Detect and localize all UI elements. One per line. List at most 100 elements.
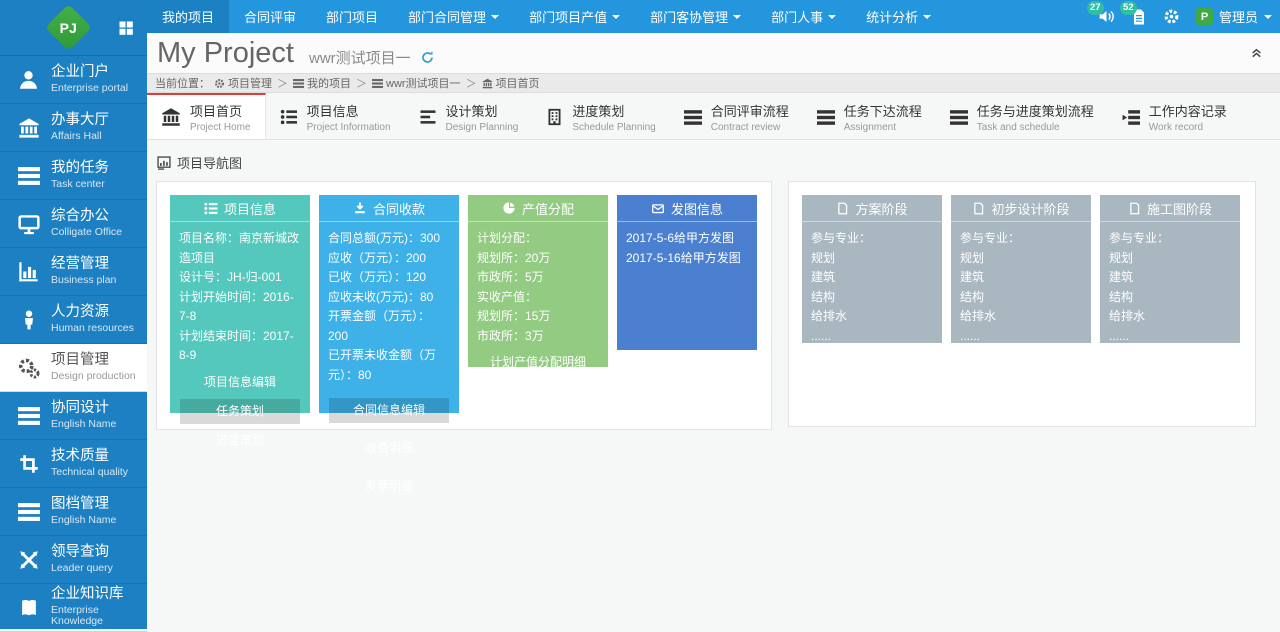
top-nav: 我的项目 合同评审 部门项目 部门合同管理 部门项目产值 部门客协管理 部门人事… — [147, 0, 1280, 33]
sidebar-item-subtitle: Task center — [51, 179, 109, 191]
topnav-label: 部门客协管理 — [650, 7, 728, 26]
sidebar-item-title: 项目管理 — [51, 353, 136, 369]
tab-assignment-flow[interactable]: 任务下达流程Assignment — [803, 93, 936, 139]
sidebar-item-title: 综合办公 — [51, 209, 122, 225]
announcement-icon[interactable]: 27 — [1098, 8, 1115, 25]
schedule-planning-button[interactable]: 进度策划 — [180, 428, 300, 453]
admin-menu[interactable]: P 管理员 — [1196, 7, 1272, 26]
admin-label: 管理员 — [1219, 7, 1258, 26]
settings-gear-icon[interactable] — [1163, 8, 1180, 25]
card-drawing-release: 发图信息 2017-5-6给甲方发图 2017-5-16给甲方发图 — [617, 195, 757, 350]
refresh-icon[interactable] — [420, 50, 435, 65]
card-title: 项目信息 — [224, 199, 276, 218]
menu-bars-icon — [15, 163, 42, 189]
sidebar-item-title: 人力资源 — [51, 305, 134, 321]
sidebar-item-affairs-hall[interactable]: 办事大厅Affairs Hall — [0, 104, 147, 152]
sidebar-item-business[interactable]: 经营管理Business plan — [0, 248, 147, 296]
sidebar-item-drawing-archive[interactable]: 图档管理English Name — [0, 488, 147, 536]
topnav-label: 合同评审 — [244, 7, 296, 26]
card-line: 应收未收(万元)：80 — [328, 288, 450, 308]
list-dots-icon — [280, 109, 298, 125]
tab-work-record[interactable]: 工作内容记录 Work record — [1108, 93, 1241, 139]
project-nav-panel: 项目信息 项目名称：南京新城改造项目 设计号：JH-归-001 计划开始时间：2… — [156, 181, 772, 430]
topnav-dept-projects[interactable]: 部门项目 — [311, 0, 393, 33]
caret-down-icon — [733, 15, 741, 23]
admin-avatar: P — [1196, 8, 1213, 25]
tab-project-home[interactable]: 项目首页Project Home — [147, 93, 266, 139]
sidebar-item-technical-quality[interactable]: 技术质量Technical quality — [0, 440, 147, 488]
sidebar-item-my-tasks[interactable]: 我的任务 Task center — [0, 152, 147, 200]
sidebar-item-title: 我的任务 — [51, 161, 109, 177]
tab-task-schedule-flow[interactable]: 任务与进度策划流程Task and schedule — [936, 93, 1108, 139]
topnav-label: 统计分析 — [866, 7, 918, 26]
breadcrumb-current-project[interactable]: wwr测试项目一 — [372, 75, 461, 91]
sidebar-item-project-management[interactable]: 项目管理Design production — [0, 344, 147, 392]
topnav-my-projects[interactable]: 我的项目 — [147, 0, 229, 33]
tab-schedule-planning[interactable]: 进度策划Schedule Planning — [532, 93, 669, 139]
tab-design-planning[interactable]: 设计策划Design Planning — [405, 93, 533, 139]
breadcrumb-my-projects[interactable]: 我的项目 — [293, 75, 351, 91]
card-line: 建筑 — [960, 268, 1082, 288]
card-body: 计划分配： 规划所：20万 市政所：5万 实收产值： 规划所：15万 市政所：3… — [468, 222, 608, 346]
topnav-statistics[interactable]: 统计分析 — [851, 0, 946, 33]
card-line: 建筑 — [811, 268, 933, 288]
sidebar-item-office[interactable]: 综合办公Colligate Office — [0, 200, 147, 248]
tab-contract-review-flow[interactable]: 合同评审流程Contract review — [670, 93, 803, 139]
book-icon — [15, 595, 42, 621]
breadcrumb-project-management[interactable]: 项目管理 — [214, 75, 272, 91]
tab-title: 合同评审流程 — [711, 101, 789, 120]
tab-project-information[interactable]: 项目信息Project Information — [266, 93, 405, 139]
caret-down-icon — [1264, 15, 1272, 23]
sidebar-item-title: 经营管理 — [51, 257, 116, 273]
mail-icon — [651, 202, 665, 215]
tab-title: 项目首页 — [190, 101, 251, 120]
output-allocation-detail-button[interactable]: 计划产值分配明细 — [478, 350, 598, 375]
tab-title: 设计策划 — [446, 101, 519, 120]
sidebar-item-title: 领导查询 — [51, 545, 113, 561]
stage-panel: 方案阶段 参与专业： 规划 建筑 结构 给排水 ...... 初步设计阶段 — [788, 181, 1256, 427]
breadcrumb-label: 项目管理 — [228, 75, 272, 91]
menu-bars-icon — [15, 499, 42, 525]
contract-info-edit-button[interactable]: 合同信息编辑 — [329, 398, 449, 423]
tab-title: 项目信息 — [307, 101, 391, 120]
card-header: 产值分配 — [468, 195, 608, 222]
sidebar-item-knowledge-base[interactable]: 企业知识库Enterprise Knowledge — [0, 584, 147, 632]
card-header: 施工图阶段 — [1100, 195, 1240, 222]
topnav-dept-client[interactable]: 部门客协管理 — [635, 0, 756, 33]
sidebar-item-hr[interactable]: 人力资源Human resources — [0, 296, 147, 344]
card-line: 市政所：5万 — [477, 268, 599, 288]
caret-down-icon — [491, 15, 499, 23]
card-line: 计划开始时间：2016-7-8 — [179, 288, 301, 327]
topnav-dept-output[interactable]: 部门项目产值 — [514, 0, 635, 33]
breadcrumb-prefix: 当前位置： — [155, 75, 210, 91]
monitor-icon — [15, 211, 42, 237]
topnav-dept-contracts[interactable]: 部门合同管理 — [393, 0, 514, 33]
download-icon — [353, 201, 367, 215]
collapse-up-icon[interactable] — [1249, 45, 1264, 60]
apps-grid-icon[interactable] — [118, 20, 134, 36]
card-title: 初步设计阶段 — [991, 199, 1069, 218]
tab-subtitle: Work record — [1149, 122, 1227, 133]
documents-icon[interactable]: 52 — [1131, 8, 1147, 25]
card-line: 结构 — [960, 288, 1082, 308]
card-line: 已开票未收金额（万元）：80 — [328, 346, 450, 385]
sidebar-item-enterprise-portal[interactable]: 企业门户Enterprise portal — [0, 56, 147, 104]
topnav-dept-hr[interactable]: 部门人事 — [756, 0, 851, 33]
sidebar-item-title: 企业门户 — [51, 65, 128, 81]
sidebar-item-collaborative-design[interactable]: 协同设计English Name — [0, 392, 147, 440]
tab-title: 工作内容记录 — [1149, 101, 1227, 120]
card-line: 参与专业： — [1109, 229, 1231, 249]
card-line: 市政所：3万 — [477, 327, 599, 347]
invoice-detail-button[interactable]: 发票明细 — [329, 474, 449, 499]
card-header: 初步设计阶段 — [951, 195, 1091, 222]
caret-down-icon — [923, 15, 931, 23]
sidebar-item-leader-query[interactable]: 领导查询Leader query — [0, 536, 147, 584]
breadcrumb-project-home[interactable]: 项目首页 — [482, 75, 540, 91]
menu-bars-icon — [817, 110, 835, 125]
topnav-contract-review[interactable]: 合同评审 — [229, 0, 311, 33]
fees-detail-button[interactable]: 收费明细 — [329, 436, 449, 461]
project-info-edit-button[interactable]: 项目信息编辑 — [180, 370, 300, 395]
card-line: 给排水 — [811, 307, 933, 327]
task-planning-button[interactable]: 任务策划 — [180, 399, 300, 424]
user-icon — [15, 67, 42, 93]
